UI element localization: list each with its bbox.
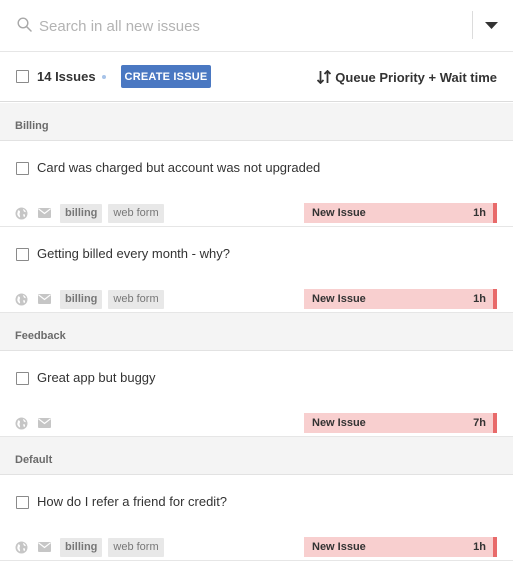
issue-meta: billing web form <box>15 203 170 223</box>
wait-time: 1h <box>473 541 486 553</box>
mail-icon <box>38 542 51 552</box>
issue-checkbox[interactable] <box>16 496 29 509</box>
issue-meta <box>15 413 60 433</box>
globe-icon <box>15 207 28 219</box>
issue-row[interactable]: Great app but buggy New Issue 7h <box>0 351 513 437</box>
wait-time: 7h <box>473 417 486 429</box>
group-label: Feedback <box>15 330 66 342</box>
issue-meta: billing web form <box>15 537 170 557</box>
globe-icon <box>15 293 28 305</box>
search-bar <box>0 0 513 52</box>
status-label: New Issue <box>312 293 366 305</box>
issue-row[interactable]: Card was charged but account was not upg… <box>0 141 513 227</box>
group-header-feedback: Feedback <box>0 313 513 351</box>
select-all-checkbox[interactable] <box>16 70 29 83</box>
issue-checkbox[interactable] <box>16 372 29 385</box>
status-badge: New Issue 1h <box>304 203 497 223</box>
tag-billing[interactable]: billing <box>60 537 103 557</box>
sort-label: Queue Priority + Wait time <box>335 69 497 85</box>
issue-title[interactable]: How do I refer a friend for credit? <box>37 494 227 509</box>
issue-row[interactable]: How do I refer a friend for credit? bill… <box>0 475 513 561</box>
mail-icon <box>38 208 51 218</box>
tag-web-form[interactable]: web form <box>108 203 164 223</box>
status-label: New Issue <box>312 207 366 219</box>
status-badge: New Issue 1h <box>304 289 497 309</box>
globe-icon <box>15 541 28 553</box>
status-label: New Issue <box>312 417 366 429</box>
caret-down-icon <box>485 22 498 29</box>
tag-web-form[interactable]: web form <box>108 537 164 557</box>
wait-time: 1h <box>473 207 486 219</box>
tag-web-form[interactable]: web form <box>108 289 164 309</box>
separator-dot <box>102 75 106 79</box>
search-icon <box>17 17 32 32</box>
group-label: Default <box>15 454 53 466</box>
issue-title[interactable]: Great app but buggy <box>37 370 156 385</box>
sort-selector[interactable]: Queue Priority + Wait time <box>317 68 497 86</box>
search-input[interactable] <box>39 13 459 39</box>
globe-icon <box>15 417 28 429</box>
issue-title[interactable]: Getting billed every month - why? <box>37 246 230 261</box>
status-badge: New Issue 1h <box>304 537 497 557</box>
issue-meta: billing web form <box>15 289 170 309</box>
issue-checkbox[interactable] <box>16 162 29 175</box>
tag-billing[interactable]: billing <box>60 289 103 309</box>
wait-time: 1h <box>473 293 486 305</box>
issue-row[interactable]: Getting billed every month - why? billin… <box>0 227 513 313</box>
search-divider <box>472 11 473 39</box>
mail-icon <box>38 294 51 304</box>
mail-icon <box>38 418 51 428</box>
issue-count: 14 Issues <box>37 69 96 84</box>
issue-checkbox[interactable] <box>16 248 29 261</box>
status-badge: New Issue 7h <box>304 413 497 433</box>
sort-icon <box>317 70 332 84</box>
issue-title[interactable]: Card was charged but account was not upg… <box>37 160 320 175</box>
status-label: New Issue <box>312 541 366 553</box>
search-dropdown-button[interactable] <box>480 14 504 38</box>
group-header-billing: Billing <box>0 103 513 141</box>
group-header-default: Default <box>0 437 513 475</box>
group-label: Billing <box>15 120 49 132</box>
tag-billing[interactable]: billing <box>60 203 103 223</box>
create-issue-button[interactable]: CREATE ISSUE <box>121 65 211 88</box>
issues-toolbar: 14 Issues CREATE ISSUE Queue Priority + … <box>0 52 513 102</box>
